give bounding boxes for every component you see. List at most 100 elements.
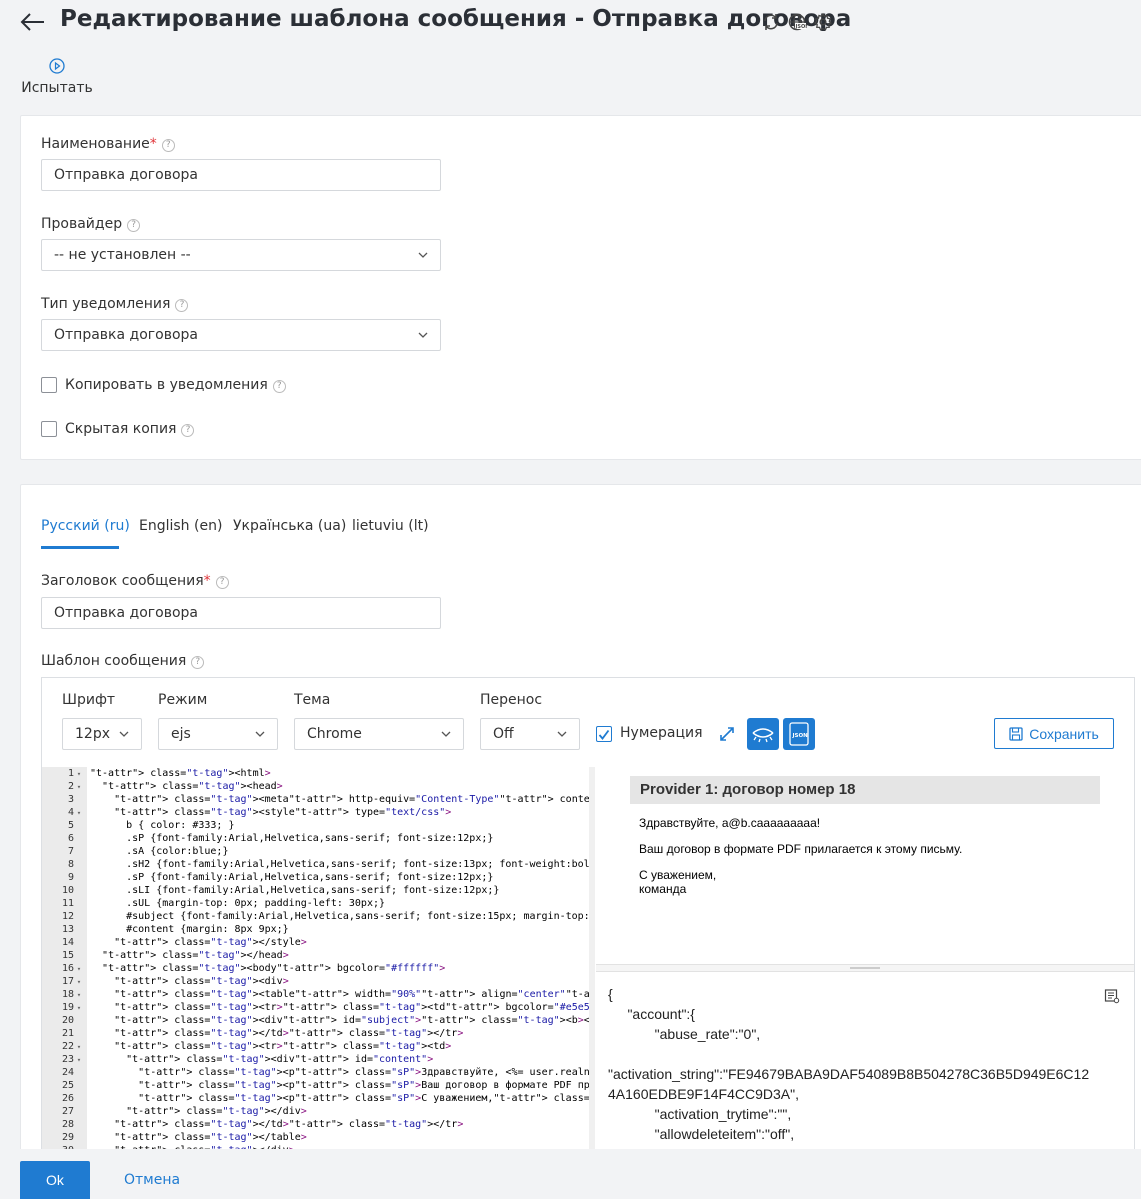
code-line[interactable]: 29 "t-attr"> class="t-tag"></table> <box>42 1131 590 1144</box>
chevron-down-icon <box>557 731 567 737</box>
chevron-down-icon <box>119 731 129 737</box>
code-line[interactable]: 27 "t-attr"> class="t-tag"></div> <box>42 1105 590 1118</box>
preview-splitter[interactable] <box>596 964 1134 972</box>
editor-splitter[interactable] <box>589 767 595 1149</box>
ok-button[interactable]: Ok <box>20 1161 90 1199</box>
code-line[interactable]: 16 ▾ "t-attr"> class="t-tag"><body"t-attr… <box>42 962 590 975</box>
tab-ru[interactable]: Русский (ru) <box>41 518 130 534</box>
html-preview: Provider 1: договор номер 18 Здравствуйт… <box>596 768 1134 964</box>
chevron-down-icon <box>255 731 265 737</box>
code-editor[interactable]: 1 ▾ "t-attr"> class="t-tag"><html> 2 ▾ "t-at… <box>42 767 590 1149</box>
code-line[interactable]: 3 "t-attr"> class="t-tag"><meta"t-attr">… <box>42 793 590 806</box>
tab-lt[interactable]: lietuviu (lt) <box>352 518 429 534</box>
globe-json-icon[interactable]: JSON <box>787 12 809 32</box>
code-text: "t-attr"> class="t-tag"><tr>"t-attr"> cl… <box>114 1002 590 1013</box>
json-line: 4A160EDBE9F14F4CC9D3A", <box>608 1086 799 1102</box>
tab-en[interactable]: English (en) <box>139 518 222 534</box>
bcc-checkbox[interactable] <box>41 421 57 437</box>
provider-select[interactable]: -- не установлен -- <box>41 239 441 271</box>
code-line[interactable]: 1 ▾ "t-attr"> class="t-tag"><html> <box>42 767 590 780</box>
line-number: 18 <box>61 989 74 1000</box>
code-line[interactable]: 2 ▾ "t-attr"> class="t-tag"><head> <box>42 780 590 793</box>
code-line[interactable]: 14 "t-attr"> class="t-tag"></style> <box>42 936 590 949</box>
json-line: "activation_trytime":"", <box>608 1106 792 1122</box>
code-line[interactable]: 22 ▾ "t-attr"> class="t-tag"><tr>"t-attr"… <box>42 1040 590 1053</box>
code-line[interactable]: 12 #subject {font-family:Arial,Helvetica… <box>42 910 590 923</box>
code-line[interactable]: 11 .sUL {margin-top: 0px; padding-left: … <box>42 897 590 910</box>
name-input[interactable] <box>41 159 441 191</box>
numbering-checkbox[interactable] <box>596 726 612 742</box>
save-button[interactable]: Сохранить <box>994 718 1114 749</box>
line-number: 13 <box>61 924 74 935</box>
code-text: .sP {font-family:Arial,Helvetica,sans-se… <box>90 833 494 844</box>
code-line[interactable]: 15 "t-attr"> class="t-tag"></head> <box>42 949 590 962</box>
font-size-select[interactable]: 12px <box>62 718 142 750</box>
preview-body: Ваш договор в формате PDF прилагается к … <box>639 842 963 856</box>
code-text: b { color: #333; } <box>90 820 235 831</box>
code-line[interactable]: 20 "t-attr"> class="t-tag"><div"t-attr">… <box>42 1014 590 1027</box>
help-icon[interactable]: ? <box>191 656 205 669</box>
code-line[interactable]: 13 #content {margin: 8px 9px;} <box>42 923 590 936</box>
line-number: 9 <box>67 872 74 883</box>
preview-toggle-button[interactable] <box>747 718 779 750</box>
code-line[interactable]: 21 "t-attr"> class="t-tag"></td>"t-attr"… <box>42 1027 590 1040</box>
code-line[interactable]: 6 .sP {font-family:Arial,Helvetica,sans-… <box>42 832 590 845</box>
expand-icon[interactable] <box>718 725 736 743</box>
code-line[interactable]: 25 "t-attr"> class="t-tag"><p"t-attr"> c… <box>42 1079 590 1092</box>
eye-closed-icon <box>752 728 774 743</box>
help-icon[interactable]: ? <box>161 139 175 152</box>
floppy-disk-icon <box>1009 726 1023 741</box>
active-tab-indicator <box>41 546 119 549</box>
code-line[interactable]: 10 .sLI {font-family:Arial,Helvetica,san… <box>42 884 590 897</box>
cancel-button[interactable]: Отмена <box>124 1172 180 1188</box>
code-line[interactable]: 17 ▾ "t-attr"> class="t-tag"><div> <box>42 975 590 988</box>
test-button[interactable]: Испытать <box>20 55 94 101</box>
theme-select[interactable]: Chrome <box>294 718 464 750</box>
line-number: 17 <box>61 976 74 987</box>
help-icon[interactable]: ? <box>215 576 229 589</box>
preview-greeting: Здравствуйте, a@b.caaaaaaaaa! <box>639 816 821 830</box>
json-line: "abuse_rate":"0", <box>608 1026 761 1042</box>
json-file-icon: JSON <box>789 722 809 746</box>
code-text: "t-attr"> class="t-tag"></head> <box>102 950 289 961</box>
code-line[interactable]: 7 .sA {color:blue;} <box>42 845 590 858</box>
code-line[interactable]: 24 "t-attr"> class="t-tag"><p"t-attr"> c… <box>42 1066 590 1079</box>
tab-ua[interactable]: Українська (ua) <box>233 518 346 534</box>
code-text: .sA {color:blue;} <box>90 846 229 857</box>
gear-icon[interactable] <box>813 12 833 32</box>
help-icon[interactable]: ? <box>272 380 286 393</box>
code-line[interactable]: 28 "t-attr"> class="t-tag"></td>"t-attr"… <box>42 1118 590 1131</box>
font-label: Шрифт <box>62 692 116 708</box>
line-number: 24 <box>61 1067 74 1078</box>
code-line[interactable]: 9 .sP {font-family:Arial,Helvetica,sans-… <box>42 871 590 884</box>
template-label: Шаблон сообщения? <box>41 653 205 669</box>
json-line: { <box>608 986 613 1002</box>
theme-value: Chrome <box>307 726 362 742</box>
code-line[interactable]: 19 ▾ "t-attr"> class="t-tag"><tr>"t-attr"… <box>42 1001 590 1014</box>
refresh-icon[interactable] <box>761 12 781 32</box>
code-line[interactable]: 5 b { color: #333; } <box>42 819 590 832</box>
notification-type-label: Тип уведомления? <box>41 296 189 312</box>
back-arrow-icon[interactable] <box>18 8 48 36</box>
notification-type-select[interactable]: Отправка договора <box>41 319 441 351</box>
code-line[interactable]: 23 ▾ "t-attr"> class="t-tag"><div"t-attr"… <box>42 1053 590 1066</box>
help-icon[interactable]: ? <box>175 299 189 312</box>
copy-to-notifications-checkbox[interactable] <box>41 377 57 393</box>
code-line[interactable]: 26 "t-attr"> class="t-tag"><p"t-attr"> c… <box>42 1092 590 1105</box>
wrap-select[interactable]: Off <box>480 718 580 750</box>
help-icon[interactable]: ? <box>127 219 141 232</box>
subject-label: Заголовок сообщения*? <box>41 573 229 589</box>
code-line[interactable]: 4 ▾ "t-attr"> class="t-tag"><style"t-attr… <box>42 806 590 819</box>
copy-json-icon[interactable] <box>1104 988 1120 1004</box>
json-line: "account":{ <box>608 1006 695 1022</box>
chevron-down-icon <box>418 332 428 338</box>
code-text: "t-attr"> class="t-tag"><style"t-attr"> … <box>114 807 452 818</box>
help-icon[interactable]: ? <box>181 424 195 437</box>
subject-input[interactable] <box>41 597 441 629</box>
code-text: #content {margin: 8px 9px;} <box>90 924 289 935</box>
code-line[interactable]: 18 ▾ "t-attr"> class="t-tag"><table"t-att… <box>42 988 590 1001</box>
json-toggle-button[interactable]: JSON <box>783 718 815 750</box>
mode-select[interactable]: ejs <box>158 718 278 750</box>
code-text: "t-attr"> class="t-tag"><div> <box>114 976 289 987</box>
code-line[interactable]: 8 .sH2 {font-family:Arial,Helvetica,sans… <box>42 858 590 871</box>
